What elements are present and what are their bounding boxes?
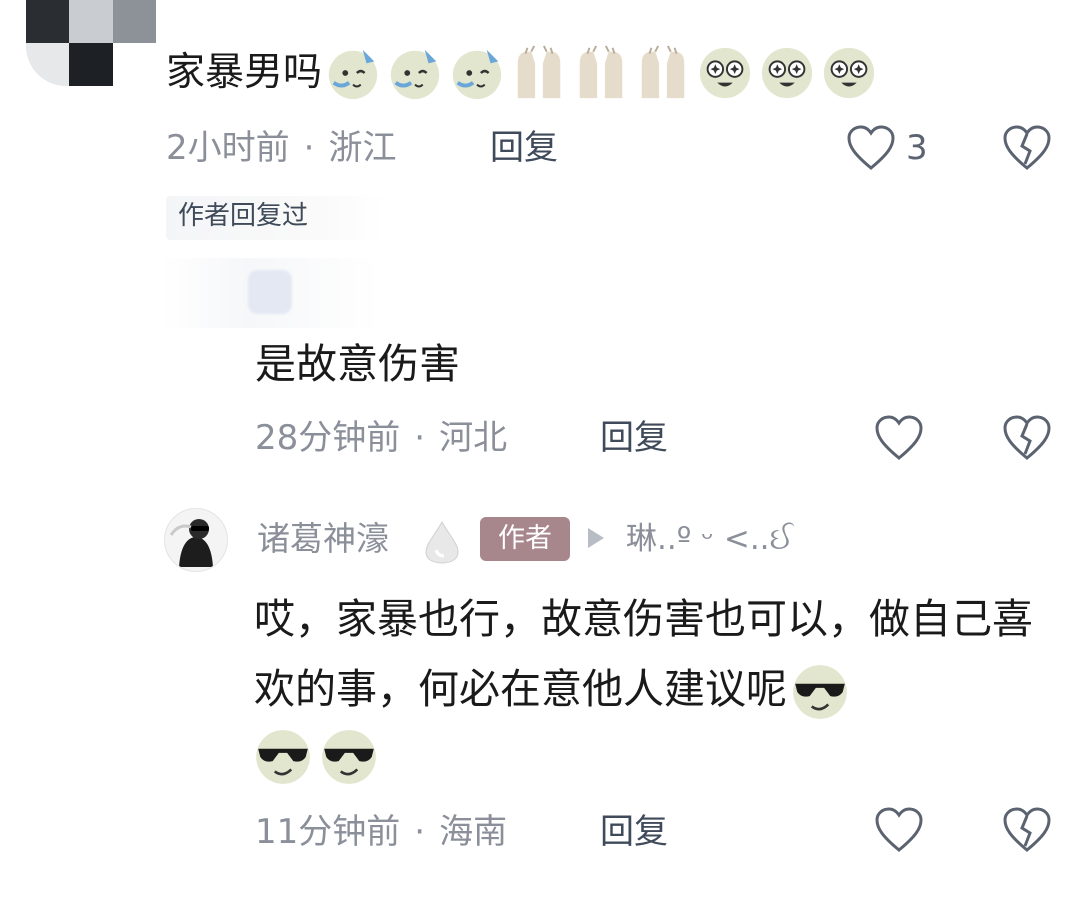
reply-avatar[interactable] xyxy=(248,270,292,314)
star-eyes-face-icon xyxy=(823,47,875,99)
comment-meta: 2小时前 · 浙江 xyxy=(166,128,396,168)
reply-time: 28分钟前 xyxy=(255,418,401,458)
hot-sweat-face-icon xyxy=(328,49,378,100)
hands-praying-icon xyxy=(579,45,623,99)
meta-separator: · xyxy=(414,812,426,852)
author-reply-meta: 11分钟前 · 海南 xyxy=(255,812,507,852)
author-badge: 作者 xyxy=(480,517,570,561)
reply-target-username[interactable]: 琳..º ᵕ <..ઈ xyxy=(626,518,793,560)
meta-separator: · xyxy=(414,418,426,458)
author-replied-toggle[interactable]: 作者回复过 xyxy=(166,196,386,240)
like-count: 3 xyxy=(906,128,928,168)
author-reply-body: 哎，家暴也行，故意伤害也可以，做自己喜欢的事，何必在意他人建议呢 xyxy=(254,584,1064,724)
reply-arrow-icon xyxy=(588,528,604,548)
comment-time: 2小时前 xyxy=(166,128,290,168)
sunglasses-face-icon xyxy=(322,730,376,784)
author-reply-text: 哎，家暴也行，故意伤害也可以，做自己喜欢的事，何必在意他人建议呢 xyxy=(254,595,1033,713)
broken-heart-icon[interactable] xyxy=(1002,124,1052,172)
author-reply-location: 海南 xyxy=(439,812,508,852)
broken-heart-icon[interactable] xyxy=(1002,414,1052,462)
sunglasses-face-icon xyxy=(793,665,847,719)
star-eyes-face-icon xyxy=(761,47,813,99)
broken-heart-icon[interactable] xyxy=(1002,806,1052,854)
comment-body: 家暴男吗 xyxy=(166,44,882,102)
hands-praying-icon xyxy=(517,45,561,99)
reply-location: 河北 xyxy=(439,418,508,458)
heart-icon[interactable] xyxy=(874,414,924,462)
comment-text: 家暴男吗 xyxy=(166,50,323,95)
hot-sweat-face-icon xyxy=(452,49,502,100)
heart-icon[interactable] xyxy=(874,806,924,854)
hands-praying-icon xyxy=(641,45,685,99)
heart-icon[interactable] xyxy=(846,124,896,172)
commenter-avatar[interactable] xyxy=(26,0,156,86)
author-reply-time: 11分钟前 xyxy=(255,812,401,852)
author-username[interactable]: 诸葛神濠 xyxy=(257,518,389,560)
reply-button[interactable]: 回复 xyxy=(600,418,668,458)
star-eyes-face-icon xyxy=(699,47,751,99)
reply-button[interactable]: 回复 xyxy=(600,812,668,852)
hot-sweat-face-icon xyxy=(390,49,440,100)
reply-text: 是故意伤害 xyxy=(255,340,460,388)
comment-thread: 家暴男吗 2小时前 · 浙江 回复 3 作者回复过 是故意伤害 28分钟前 · … xyxy=(0,0,1080,903)
emoji-row xyxy=(324,44,882,102)
reply-meta: 28分钟前 · 河北 xyxy=(255,418,507,458)
sunglasses-face-icon xyxy=(256,730,310,784)
author-avatar[interactable] xyxy=(164,508,228,572)
emoji-row xyxy=(252,726,384,788)
drop-level-icon xyxy=(425,520,459,564)
meta-separator: · xyxy=(303,128,315,168)
reply-button[interactable]: 回复 xyxy=(490,128,558,168)
comment-location: 浙江 xyxy=(328,128,397,168)
